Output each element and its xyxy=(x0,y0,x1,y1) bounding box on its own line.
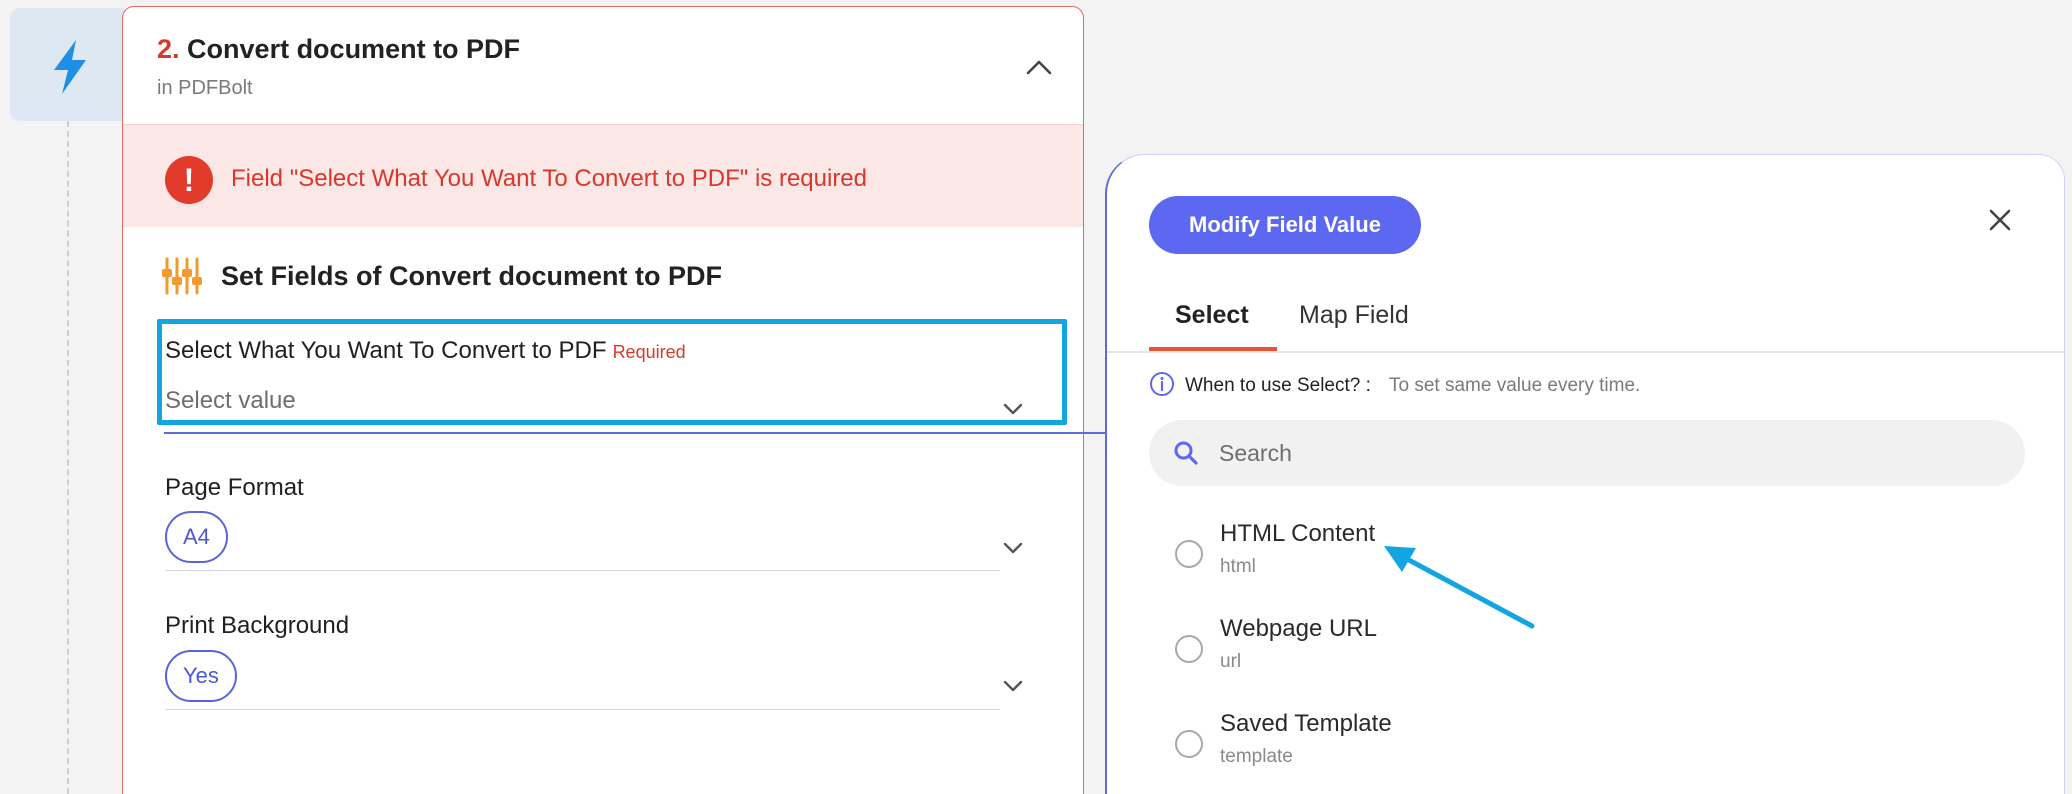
option-value: url xyxy=(1220,651,1242,672)
section-title: Set Fields of Convert document to PDF xyxy=(221,261,723,291)
arrow-annotation xyxy=(1384,546,1535,629)
step-card: 2. Convert document to PDF in PDFBolt ! … xyxy=(122,6,1084,794)
flow-connector-line xyxy=(67,121,69,794)
lightning-bolt-icon xyxy=(54,40,86,94)
print-background-label: Print Background xyxy=(165,612,350,639)
trigger-step-tile[interactable] xyxy=(10,8,130,121)
search-box xyxy=(1149,420,2025,486)
step-number: 2. xyxy=(157,34,180,64)
active-tab-indicator xyxy=(1149,347,1277,351)
chevron-down-icon[interactable] xyxy=(1003,680,1023,692)
page-format-underline xyxy=(165,570,1000,571)
radio-button[interactable] xyxy=(1175,635,1203,663)
print-background-underline xyxy=(165,709,1000,710)
panel-tabs: Select Map Field xyxy=(1107,285,2064,353)
option-value: html xyxy=(1220,556,1256,577)
step-header[interactable]: 2. Convert document to PDF in PDFBolt xyxy=(123,7,1083,123)
option-value: template xyxy=(1220,746,1293,767)
sliders-icon xyxy=(162,257,202,295)
required-label: Required xyxy=(612,342,686,362)
convert-type-label-text: Select What You Want To Convert to PDF xyxy=(165,337,607,364)
step-title: 2. Convert document to PDF xyxy=(157,34,520,65)
step-title-text: Convert document to PDF xyxy=(187,34,521,64)
option-label: HTML Content xyxy=(1220,520,1376,547)
info-icon xyxy=(1150,372,1174,396)
convert-type-field-label: Select What You Want To Convert to PDF Re… xyxy=(165,337,686,365)
option-saved-template[interactable]: Saved Template template xyxy=(1175,710,1875,782)
search-icon xyxy=(1174,441,1198,465)
collapse-button[interactable] xyxy=(1017,45,1061,89)
chevron-down-icon[interactable] xyxy=(1003,542,1023,554)
page-format-label: Page Format xyxy=(165,474,304,501)
close-icon[interactable] xyxy=(1987,207,2013,233)
page-format-value-pill[interactable]: A4 xyxy=(165,511,228,563)
tab-map-field[interactable]: Map Field xyxy=(1299,301,1409,330)
chevron-down-icon[interactable] xyxy=(1003,403,1023,415)
hint-answer: To set same value every time. xyxy=(1389,375,1641,396)
print-background-value-pill[interactable]: Yes xyxy=(165,650,237,702)
hint-question: When to use Select? : xyxy=(1185,375,1371,396)
modify-field-value-button[interactable]: Modify Field Value xyxy=(1149,196,1421,254)
error-message: Field "Select What You Want To Convert t… xyxy=(231,165,867,192)
step-app-name: in PDFBolt xyxy=(157,77,253,99)
field-value-panel: Modify Field Value Select Map Field When… xyxy=(1105,154,2065,794)
error-banner: ! Field "Select What You Want To Convert… xyxy=(123,124,1083,227)
search-input[interactable] xyxy=(1219,432,1999,474)
chevron-up-icon xyxy=(1026,60,1052,75)
convert-type-select[interactable]: Select value xyxy=(165,387,296,415)
radio-button[interactable] xyxy=(1175,730,1203,758)
option-label: Webpage URL xyxy=(1220,615,1377,642)
field-panel-connector xyxy=(164,432,1106,434)
exclamation-icon: ! xyxy=(165,156,213,204)
radio-button[interactable] xyxy=(1175,540,1203,568)
tab-select[interactable]: Select xyxy=(1175,301,1249,330)
option-label: Saved Template xyxy=(1220,710,1392,737)
